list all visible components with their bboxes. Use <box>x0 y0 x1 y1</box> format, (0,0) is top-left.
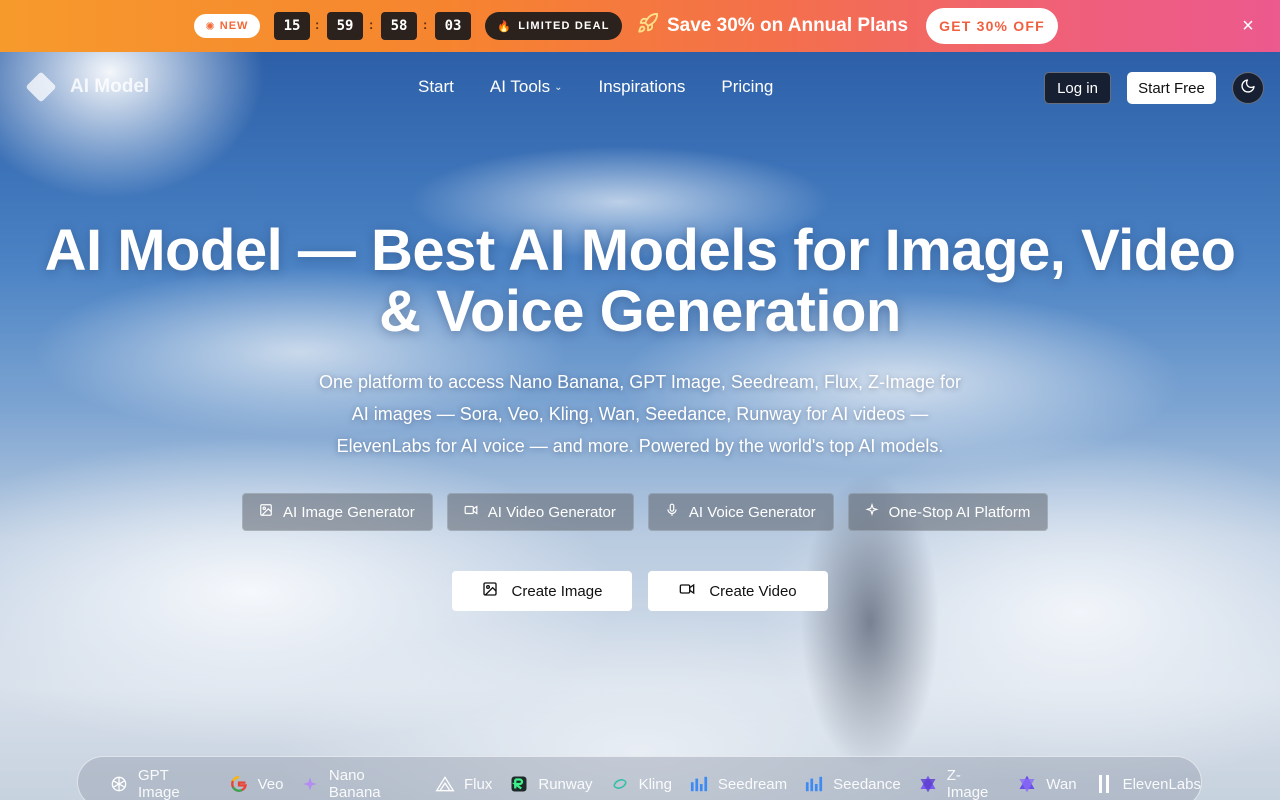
chevron-down-icon: ⌄ <box>554 81 563 93</box>
subtitle-line-3: ElevenLabs for AI voice — and more. Powe… <box>336 436 944 456</box>
sparkle-icon <box>865 502 879 521</box>
model-label: GPT Image <box>138 767 180 800</box>
model-veo[interactable]: Veo <box>229 774 284 794</box>
image-icon <box>259 503 273 521</box>
chip-ai-voice-generator[interactable]: AI Voice Generator <box>647 493 834 531</box>
model-runway[interactable]: Runway <box>509 774 593 794</box>
model-label: Nano Banana <box>328 767 381 800</box>
model-marquee: GPT Image Veo Nano Banana Flux Runway Kl… <box>77 756 1202 800</box>
countdown-seconds: 58 <box>381 12 417 40</box>
flux-icon <box>435 774 455 794</box>
model-label: Flux <box>464 775 493 793</box>
nav-link-start[interactable]: Start <box>418 77 454 97</box>
login-button[interactable]: Log in <box>1044 72 1111 104</box>
model-nano-banana[interactable]: Nano Banana <box>300 767 418 800</box>
countdown-centiseconds: 03 <box>435 12 471 40</box>
sparkle-icon <box>300 774 319 794</box>
video-icon <box>679 581 695 601</box>
create-video-button[interactable]: Create Video <box>648 571 828 611</box>
create-image-label: Create Image <box>511 582 603 600</box>
promo-banner: ✺ NEW 15 : 59 : 58 : 03 🔥 LIMITED DEAL S… <box>0 0 1280 52</box>
promo-message: Save 30% on Annual Plans <box>637 12 908 40</box>
model-z-image[interactable]: Z-Image <box>918 767 1001 800</box>
chip-label: One-Stop AI Platform <box>888 503 1031 521</box>
main-nav: Start AI Tools ⌄ Inspirations Pricing <box>418 77 773 97</box>
model-label: Seedance <box>833 775 901 793</box>
countdown-separator: : <box>315 17 320 32</box>
chip-label: AI Image Generator <box>283 503 415 521</box>
countdown-hours: 15 <box>274 12 310 40</box>
countdown-separator: : <box>369 17 374 32</box>
chip-ai-image-generator[interactable]: AI Image Generator <box>242 493 433 531</box>
headline-line-1: AI Model — Best AI Models for Image, Vid… <box>44 218 1236 283</box>
theme-toggle-button[interactable] <box>1232 72 1264 104</box>
hero-section: AI Model Start AI Tools ⌄ Inspirations Pr… <box>0 52 1280 800</box>
subtitle-line-2: AI images — Sora, Veo, Kling, Wan, Seeda… <box>351 404 929 424</box>
openai-icon <box>109 774 129 794</box>
chip-ai-video-generator[interactable]: AI Video Generator <box>446 493 634 531</box>
model-label: Veo <box>257 775 284 793</box>
bar-chart-icon <box>689 774 709 794</box>
model-label: ElevenLabs <box>1122 775 1201 793</box>
start-free-button[interactable]: Start Free <box>1127 72 1216 104</box>
kling-icon <box>610 774 630 794</box>
hero-headline: AI Model — Best AI Models for Image, Vid… <box>30 220 1250 342</box>
model-seedream[interactable]: Seedream <box>689 774 787 794</box>
runway-icon <box>509 774 529 794</box>
promo-message-text: Save 30% on Annual Plans <box>667 15 909 36</box>
nav-link-inspirations[interactable]: Inspirations <box>598 77 685 97</box>
chip-one-stop-ai-platform[interactable]: One-Stop AI Platform <box>847 493 1049 531</box>
chip-label: AI Video Generator <box>487 503 616 521</box>
bar-chart-icon <box>804 774 824 794</box>
subtitle-line-1: One platform to access Nano Banana, GPT … <box>319 372 961 392</box>
nav-link-ai-tools[interactable]: AI Tools ⌄ <box>490 77 563 97</box>
model-gpt-image[interactable]: GPT Image <box>109 767 212 800</box>
headline-line-2: & Voice Generation <box>379 279 901 344</box>
limited-deal-badge: 🔥 LIMITED DEAL <box>485 12 622 40</box>
image-icon <box>482 581 498 601</box>
nav-link-label: Start <box>418 77 454 96</box>
model-elevenlabs[interactable]: ElevenLabs <box>1094 774 1201 794</box>
logo-icon <box>25 71 57 103</box>
fire-icon: 🔥 <box>497 20 513 33</box>
nav-link-label: AI Tools <box>489 77 551 96</box>
countdown-separator: : <box>423 17 428 32</box>
model-label: Z-Image <box>946 767 989 800</box>
feature-chips: AI Image Generator AI Video Generator AI… <box>242 493 1049 531</box>
new-badge: ✺ NEW <box>194 14 260 38</box>
model-label: Kling <box>638 775 672 793</box>
countdown-minutes: 59 <box>327 12 363 40</box>
model-wan[interactable]: Wan <box>1017 774 1077 794</box>
wan-icon <box>1017 774 1037 794</box>
create-video-label: Create Video <box>709 582 797 600</box>
limited-deal-label: LIMITED DEAL <box>518 20 610 32</box>
model-label: Seedream <box>717 775 788 793</box>
video-icon <box>464 503 478 521</box>
create-image-button[interactable]: Create Image <box>452 571 632 611</box>
mic-icon <box>665 503 679 521</box>
model-seedance[interactable]: Seedance <box>804 774 901 794</box>
nav-link-label: Pricing <box>721 77 774 96</box>
new-badge-label: NEW <box>219 20 249 32</box>
moon-icon <box>1240 78 1256 99</box>
hero-subtitle: One platform to access Nano Banana, GPT … <box>300 366 980 462</box>
sparkle-icon: ✺ <box>205 20 216 33</box>
google-icon <box>229 774 249 794</box>
model-kling[interactable]: Kling <box>610 774 672 794</box>
nav-link-label: Inspirations <box>598 77 686 96</box>
model-flux[interactable]: Flux <box>435 774 492 794</box>
chip-label: AI Voice Generator <box>688 503 816 521</box>
get-discount-button[interactable]: GET 30% OFF <box>926 8 1058 44</box>
model-label: Runway <box>538 775 593 793</box>
logo-text: AI Model <box>70 76 150 97</box>
logo[interactable]: AI Model <box>25 71 150 103</box>
elevenlabs-icon <box>1094 774 1114 794</box>
close-icon[interactable]: × <box>1238 14 1258 38</box>
nav-link-pricing[interactable]: Pricing <box>721 77 773 97</box>
hero-cta-row: Create Image Create Video <box>452 571 828 611</box>
rocket-icon <box>637 12 659 40</box>
model-label: Wan <box>1046 775 1077 793</box>
z-image-icon <box>918 774 938 794</box>
